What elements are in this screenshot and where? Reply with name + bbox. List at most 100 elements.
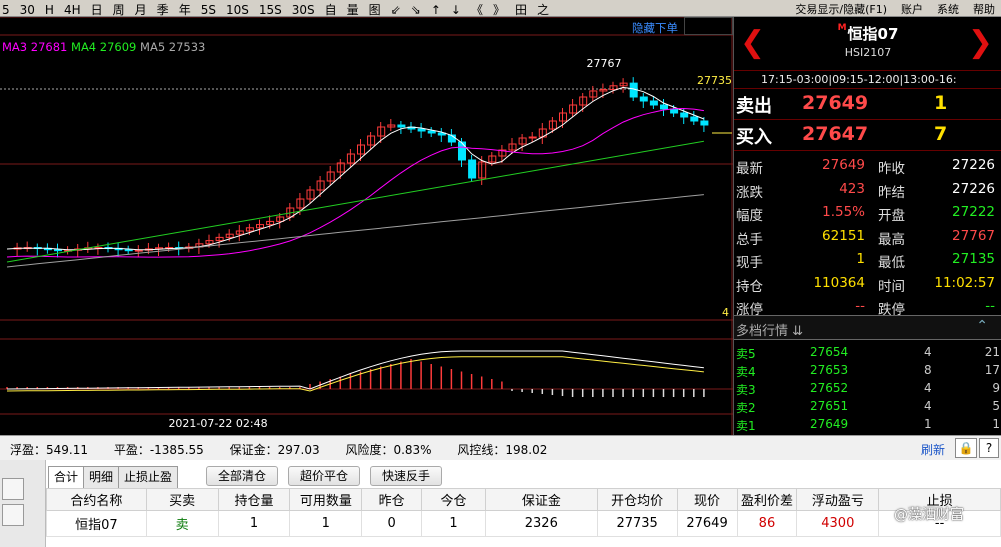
toolbar-item[interactable]: ↓ (451, 3, 461, 16)
side-button-1[interactable] (2, 478, 24, 500)
column-header[interactable]: 合约名称 (46, 488, 147, 511)
menu-item[interactable]: 帮助 (973, 3, 995, 16)
toolbar-item[interactable]: 《 (471, 1, 483, 16)
toolbar-item[interactable]: 10S (226, 3, 249, 16)
stat-label: 昨收 (878, 161, 905, 177)
toolbar-item[interactable]: 日 (91, 1, 103, 16)
menu-item[interactable]: 交易显示/隐藏(F1) (795, 3, 887, 16)
depth-total: 17 (984, 363, 1000, 377)
depth-vol: 4 (924, 381, 932, 395)
toolbar-item[interactable]: 田 (515, 1, 527, 16)
expand-down-icon[interactable]: ⇊ (792, 324, 803, 339)
depth-total: 5 (992, 399, 1000, 413)
toolbar-item[interactable]: 自 (325, 1, 337, 16)
menu-item[interactable]: 系统 (937, 3, 959, 16)
toolbar-item[interactable]: 5S (201, 3, 216, 16)
kline-chart[interactable]: 27767 27735 4 2021-07-22 02:48 (0, 17, 733, 435)
column-header[interactable]: 开仓均价 (596, 488, 678, 511)
quote-panel: ❮ M恒指07 HSI2107 ❯ 17:15-03:00|09:15-12:0… (733, 17, 1001, 435)
toolbar-item[interactable]: 15S (259, 3, 282, 16)
toolbar-item[interactable]: 之 (537, 1, 549, 16)
kline-chart-area[interactable]: 27767 27735 4 2021-07-22 02:48 MA3 27681 MA… (0, 17, 733, 435)
toolbar-item[interactable]: 30 (20, 3, 35, 16)
ma4-line (6, 107, 704, 258)
toolbar-item[interactable]: 图 (369, 1, 381, 16)
dea-line (6, 356, 704, 392)
candle-body (670, 108, 679, 114)
depth-row[interactable]: 卖1 27649 1 1 (734, 415, 1001, 433)
stat-value: 11:02:57 (934, 274, 995, 291)
stat-label: 现手 (736, 255, 763, 271)
toolbar-item[interactable]: 》 (493, 1, 505, 16)
main-contract-mark: M (837, 23, 847, 33)
column-header[interactable]: 可用数量 (289, 488, 363, 511)
stat-value: 423 (839, 180, 865, 197)
depth-price: 27652 (810, 381, 849, 395)
toolbar-item[interactable]: 月 (135, 1, 147, 16)
depth-row[interactable]: 卖4 27653 8 17 (734, 361, 1001, 379)
toolbar-item[interactable]: 季 (157, 1, 169, 16)
table-row[interactable]: 恒指07 卖 1 1 0 1 2326 27735 27649 86 4300 -- (46, 510, 1001, 537)
action-button[interactable]: 超价平仓 (288, 466, 361, 486)
quote-stat-row: 现手 1 最低 27135 (734, 248, 1001, 272)
refresh-button[interactable]: 刷新 (921, 441, 945, 458)
column-header[interactable]: 买卖 (145, 488, 219, 511)
stat-value: 27649 (822, 157, 865, 173)
toolbar-item[interactable]: 4H (64, 3, 81, 16)
depth-row[interactable]: 卖5 27654 4 21 (734, 343, 1001, 361)
depth-row[interactable]: 卖2 27651 4 5 (734, 397, 1001, 415)
toolbar-item[interactable]: 年 (179, 1, 191, 16)
candle-body (397, 124, 406, 128)
column-header[interactable]: 持仓量 (217, 488, 291, 511)
toolbar-item[interactable]: ⇙ (391, 3, 401, 16)
stat-label: 持仓 (736, 278, 763, 295)
toolbar-item[interactable]: 5 (2, 3, 10, 16)
quote-stat-row: 最新 27649 昨收 27226 (734, 154, 1001, 178)
tab-item[interactable]: 明细 (83, 466, 120, 488)
next-contract-icon[interactable]: ❯ (968, 23, 993, 63)
toolbar-item[interactable]: 周 (113, 1, 125, 16)
candle-body (134, 249, 143, 252)
session-times: 17:15-03:00|09:15-12:00|13:00-16: (734, 71, 1001, 89)
toolbar-item[interactable]: ↑ (431, 3, 441, 16)
candle-body (458, 141, 466, 161)
collapse-up-icon[interactable]: ⌃ (976, 318, 988, 334)
toolbar-item[interactable]: H (45, 3, 54, 16)
depth-header[interactable]: 多档行情 ⇊ ⌃ (734, 315, 1001, 340)
column-header[interactable]: 盈利价差 (736, 488, 798, 511)
tab-item[interactable]: 止损止盈 (118, 466, 179, 488)
toolbar-item[interactable]: 量 (347, 1, 359, 16)
column-header[interactable]: 现价 (676, 488, 738, 511)
depth-total: 9 (992, 381, 1000, 395)
toolbar-item[interactable]: 30S (292, 3, 315, 16)
hide-order-button[interactable]: 隐藏下单 (632, 20, 678, 36)
menu-item[interactable]: 账户 (901, 3, 923, 16)
candle-body (468, 159, 477, 179)
column-header[interactable]: 昨仓 (361, 488, 423, 511)
candle-body (54, 249, 62, 252)
depth-label: 卖1 (736, 419, 756, 433)
candle-body (427, 130, 436, 134)
quote-stat-row: 幅度 1.55% 开盘 27222 (734, 201, 1001, 225)
action-button[interactable]: 全部清仓 (206, 466, 279, 486)
quote-stat-row: 涨跌 423 昨结 27226 (734, 178, 1001, 202)
depth-vol: 8 (924, 363, 932, 377)
stat-label: 最高 (878, 231, 905, 248)
tab-item[interactable]: 合计 (48, 466, 85, 488)
side-button-2[interactable] (2, 504, 24, 526)
help-icon[interactable]: ? (979, 438, 999, 458)
candle-body (660, 104, 668, 110)
column-header[interactable]: 保证金 (484, 488, 598, 511)
lock-icon[interactable]: 🔒 (955, 438, 977, 458)
stat-label: 最低 (878, 255, 905, 271)
column-header[interactable]: 今仓 (421, 488, 486, 511)
bid-row[interactable]: 买入 27647 7 (734, 120, 1001, 151)
high-price-label: 27767 (587, 57, 622, 70)
ma5-line (6, 140, 704, 263)
toolbar-item[interactable]: ⇘ (411, 3, 421, 16)
ask-row[interactable]: 卖出 27649 1 (734, 89, 1001, 120)
action-button[interactable]: 快速反手 (370, 466, 443, 486)
column-header[interactable]: 浮动盈亏 (796, 488, 880, 511)
depth-row[interactable]: 卖3 27652 4 9 (734, 379, 1001, 397)
ma-legend: MA3 27681 MA4 27609 MA5 27533 (2, 40, 205, 54)
